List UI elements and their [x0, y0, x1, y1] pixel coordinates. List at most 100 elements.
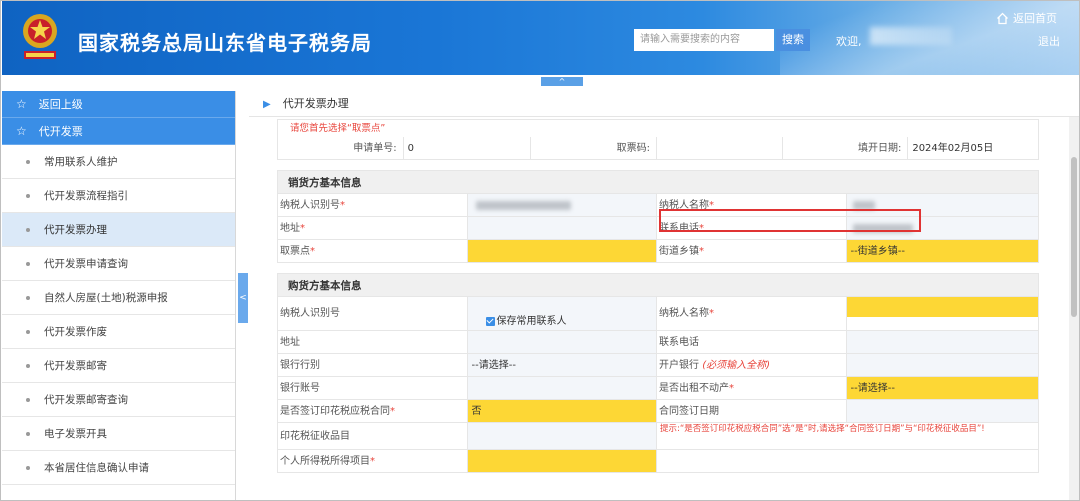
star-icon: ☆ — [16, 124, 27, 138]
star-icon: ☆ — [16, 97, 27, 111]
pickup-point-select[interactable] — [467, 240, 657, 262]
required-mark: * — [709, 308, 714, 319]
bullet-icon — [26, 330, 30, 334]
sidebar-back[interactable]: ☆ 返回上级 — [2, 91, 235, 118]
logout-link[interactable]: 退出 — [1038, 33, 1060, 49]
sidebar-section-invoice[interactable]: ☆ 代开发票 — [2, 118, 235, 145]
search-input[interactable]: 请输入需要搜索的内容 — [634, 29, 774, 51]
buyer-taxpayer-name-input[interactable] — [846, 297, 1038, 317]
required-mark: * — [370, 456, 375, 467]
sidebar-item-house-tax[interactable]: 自然人房屋(土地)税源申报 — [2, 281, 235, 315]
bank-hint: (必须输入全称) — [702, 360, 770, 371]
invoice-form: 请您首先选择“取票点” 申请单号: 0 取票码: 填开日期: 2024年02月0… — [277, 119, 1039, 473]
bank-label: 开户银行 (必须输入全称) — [657, 354, 847, 376]
save-contact-checkbox[interactable]: 保存常用联系人 — [467, 297, 657, 330]
account-input[interactable] — [467, 377, 657, 399]
field-label: 地址 — [280, 223, 300, 234]
bank-input[interactable] — [846, 354, 1038, 376]
rent-select[interactable]: --请选择-- — [846, 377, 1038, 399]
contract-date-input[interactable] — [846, 400, 1038, 422]
sidebar-item-label: 代开发票办理 — [44, 224, 107, 236]
home-link[interactable]: 返回首页 — [996, 10, 1057, 26]
sidebar-toggle-button[interactable]: < — [238, 273, 248, 323]
buyer-address-label: 地址 — [278, 331, 468, 353]
sidebar-item-label: 代开发票邮寄查询 — [44, 394, 128, 406]
field-label: 取票点 — [280, 246, 310, 257]
field-label: 纳税人识别号 — [280, 200, 340, 211]
required-mark: * — [390, 406, 395, 417]
form-row: 纳税人识别号 保存常用联系人 纳税人名称* — [277, 297, 1039, 331]
stamp-contract-label: 是否签订印花税应税合同* — [278, 400, 468, 422]
buyer-address-input[interactable] — [467, 331, 657, 353]
required-mark: * — [310, 246, 315, 257]
required-mark: * — [340, 200, 345, 211]
vertical-scrollbar[interactable] — [1069, 117, 1079, 500]
required-mark: * — [729, 383, 734, 394]
user-name-redacted — [870, 27, 952, 45]
contract-date-label: 合同签订日期 — [657, 400, 847, 422]
street-select[interactable]: --街道乡镇-- — [846, 240, 1038, 262]
highlight-callout-box — [659, 209, 921, 232]
redacted-value — [475, 200, 571, 210]
app-no-label: 申请单号: — [278, 137, 404, 159]
buyer-section-title: 购货方基本信息 — [277, 273, 1039, 297]
buyer-taxpayer-id-label: 纳税人识别号 — [278, 297, 468, 330]
main-content: ▶ 代开发票办理 请您首先选择“取票点” 申请单号: 0 取票码: 填开日期: 2… — [249, 91, 1079, 500]
buyer-taxpayer-name-label: 纳税人名称* — [657, 297, 847, 330]
sidebar-item-contacts[interactable]: 常用联系人维护 — [2, 145, 235, 179]
form-row: 纳税人识别号* 纳税人名称* — [277, 194, 1039, 217]
pickup-code-label: 取票码: — [531, 137, 657, 159]
seller-address-value — [467, 217, 657, 239]
form-row: 印花税征收品目 提示:“是否签订印花税应税合同”选“是”时,请选择“合同签订日期… — [277, 423, 1039, 450]
sidebar-item-residence[interactable]: 本省居住信息确认申请 — [2, 451, 235, 485]
sidebar-item-void[interactable]: 代开发票作废 — [2, 315, 235, 349]
bullet-icon — [26, 160, 30, 164]
rent-label: 是否出租不动产* — [657, 377, 847, 399]
scrollbar-thumb[interactable] — [1071, 157, 1077, 317]
tax-emblem-icon — [23, 14, 57, 59]
field-label: 是否出租不动产 — [659, 383, 729, 394]
welcome-text: 欢迎, — [836, 35, 862, 48]
sidebar-item-issue[interactable]: 代开发票办理 — [2, 213, 235, 247]
bullet-icon — [26, 466, 30, 470]
app-no-value: 0 — [404, 137, 532, 159]
save-contact-label: 保存常用联系人 — [496, 316, 567, 327]
home-link-label: 返回首页 — [1013, 12, 1057, 25]
field-label: 街道乡镇 — [659, 246, 699, 257]
stamp-item-label: 印花税征收品目 — [278, 423, 468, 449]
sidebar-item-guide[interactable]: 代开发票流程指引 — [2, 179, 235, 213]
seller-taxpayer-id-label: 纳税人识别号* — [278, 194, 468, 216]
income-item-select[interactable] — [467, 450, 658, 472]
sidebar-item-mail[interactable]: 代开发票邮寄 — [2, 349, 235, 383]
buyer-phone-input[interactable] — [846, 331, 1038, 353]
sidebar-item-mail-query[interactable]: 代开发票邮寄查询 — [2, 383, 235, 417]
collapse-header-button[interactable]: ^ — [541, 77, 583, 86]
empty-cell — [657, 450, 1038, 472]
sidebar-item-query[interactable]: 代开发票申请查询 — [2, 247, 235, 281]
street-label: 街道乡镇* — [657, 240, 847, 262]
bank-type-select[interactable]: --请选择-- — [467, 354, 657, 376]
stamp-contract-select[interactable]: 否 — [467, 400, 657, 422]
notice-text: 请您首先选择“取票点” — [277, 119, 1039, 137]
sidebar-back-label: 返回上级 — [38, 98, 83, 111]
site-header: 国家税务总局山东省电子税务局 请输入需要搜索的内容 搜索 欢迎, 返回首页 退出 — [2, 1, 1079, 75]
sidebar-item-e-invoice[interactable]: 电子发票开具 — [2, 417, 235, 451]
checkbox-checked-icon — [485, 316, 495, 326]
breadcrumb: ▶ 代开发票办理 — [249, 91, 1079, 117]
form-row: 地址 联系电话 — [277, 331, 1039, 354]
bullet-icon — [26, 194, 30, 198]
required-mark: * — [699, 246, 704, 257]
play-arrow-icon: ▶ — [263, 99, 271, 110]
sidebar-item-label: 代开发票作废 — [44, 326, 107, 338]
stamp-tip-text: 提示:“是否签订印花税应税合同”选“是”时,请选择“合同签订日期”与“印花税征收… — [660, 424, 985, 434]
field-label: 个人所得税所得项目 — [280, 456, 370, 467]
bullet-icon — [26, 432, 30, 436]
breadcrumb-label: 代开发票办理 — [282, 97, 349, 110]
home-icon — [997, 12, 1008, 25]
form-row: 个人所得税所得项目* — [277, 450, 1039, 473]
fill-date-value: 2024年02月05日 — [912, 143, 994, 154]
search-button[interactable]: 搜索 — [776, 29, 810, 51]
sidebar-item-label: 本省居住信息确认申请 — [44, 462, 149, 474]
stamp-item-select[interactable] — [467, 423, 657, 449]
buyer-phone-label: 联系电话 — [657, 331, 847, 353]
